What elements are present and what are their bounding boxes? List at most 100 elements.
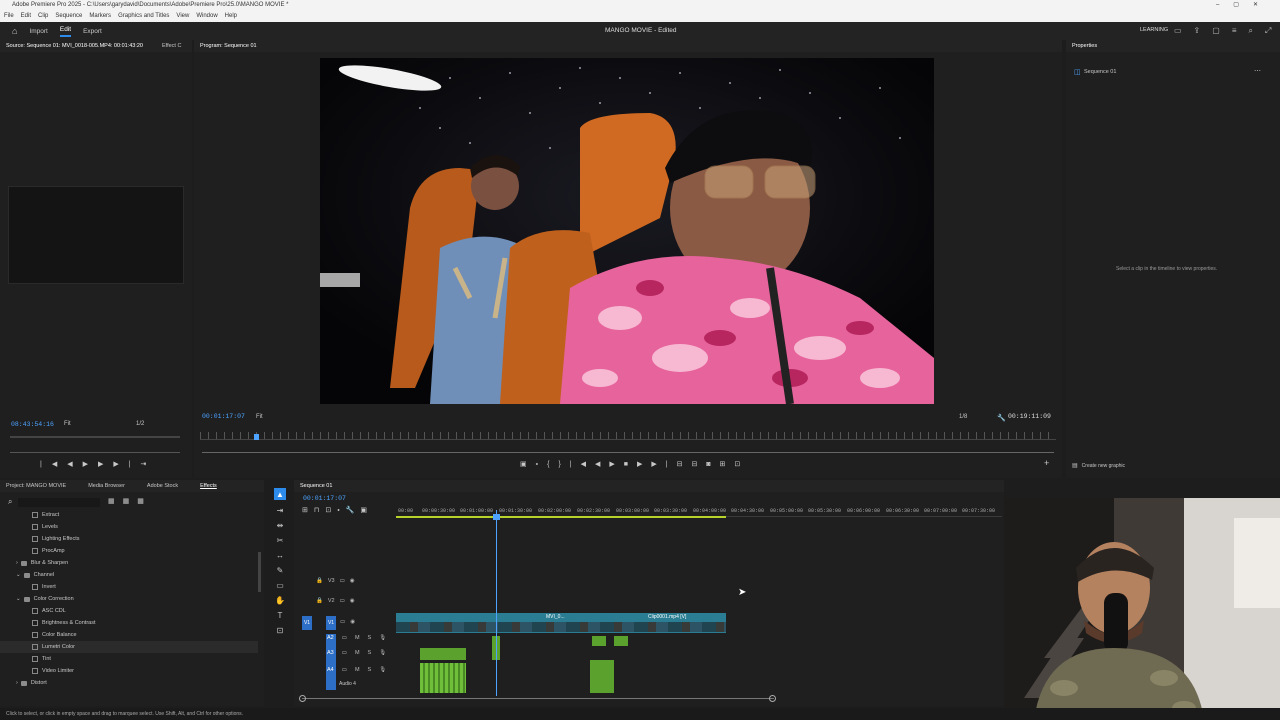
- audio-target-column[interactable]: [326, 634, 336, 690]
- audio-clip[interactable]: [592, 636, 606, 646]
- menu-window[interactable]: Window: [196, 11, 217, 22]
- effect-item[interactable]: Tint: [0, 653, 258, 665]
- search-icon[interactable]: ⌕: [8, 497, 12, 507]
- effect-folder[interactable]: ⌄ Channel: [0, 569, 258, 581]
- source-zoom-bar[interactable]: [10, 452, 180, 453]
- mute-button[interactable]: M: [355, 667, 360, 673]
- tab-project[interactable]: Project: MANGO MOVIE: [6, 480, 66, 492]
- effect-item[interactable]: Invert: [0, 581, 258, 593]
- effect-item[interactable]: Video Limiter: [0, 665, 258, 677]
- sync-icon[interactable]: ▭: [340, 619, 345, 625]
- effect-folder[interactable]: › Distort: [0, 677, 258, 689]
- effects-search-input[interactable]: [18, 498, 100, 507]
- lock-icon[interactable]: 🔒: [316, 578, 323, 584]
- wrench-icon[interactable]: 🔧: [997, 414, 1006, 422]
- mute-button[interactable]: M: [355, 635, 360, 641]
- timeline-zoom-bar[interactable]: [302, 698, 774, 699]
- track-select-tool-icon[interactable]: ⇥: [277, 506, 284, 515]
- audio-clip[interactable]: [614, 636, 628, 646]
- eye-icon[interactable]: ◉: [350, 619, 355, 625]
- header-icons[interactable]: ▭⇪▢≡⌕⤢: [1174, 26, 1280, 36]
- program-tab[interactable]: Program: Sequence 01: [200, 40, 257, 52]
- rectangle-tool-icon[interactable]: ▭: [276, 581, 284, 590]
- razor-tool-icon[interactable]: ✂: [277, 536, 284, 545]
- source-timecode[interactable]: 08:43:54:16: [11, 421, 54, 428]
- mic-icon[interactable]: 🎙: [379, 650, 386, 656]
- window-controls[interactable]: –▢✕: [1216, 0, 1272, 11]
- selection-tool-icon[interactable]: ▲: [274, 488, 286, 500]
- home-icon[interactable]: ⌂: [12, 26, 17, 36]
- zoom-handle-left[interactable]: [299, 695, 306, 702]
- source-transport-controls[interactable]: |◀◀▶▶▶|⇥: [40, 460, 156, 468]
- properties-tab[interactable]: Properties: [1072, 40, 1097, 52]
- effect-item[interactable]: Extract: [0, 509, 258, 521]
- program-timecode[interactable]: 00:01:17:07: [202, 413, 245, 420]
- effect-item[interactable]: Lighting Effects: [0, 533, 258, 545]
- hand-tool-icon[interactable]: ✋: [275, 596, 285, 605]
- work-area-bar[interactable]: [396, 516, 726, 518]
- learning-label[interactable]: LEARNING: [1140, 27, 1168, 33]
- source-scrubber[interactable]: [10, 436, 180, 438]
- menu-markers[interactable]: Markers: [89, 11, 111, 22]
- ripple-edit-tool-icon[interactable]: ⇹: [277, 521, 284, 530]
- pen-tool-icon[interactable]: ✎: [277, 566, 284, 575]
- source-tab[interactable]: Source: Sequence 01: MVI_0018-005.MP4: 0…: [6, 40, 143, 52]
- effect-item-selected[interactable]: Lumetri Color: [0, 641, 258, 653]
- v1-clip-strip[interactable]: MVI_0... Clip0001.mp4 [V]: [396, 613, 726, 633]
- menu-help[interactable]: Help: [225, 11, 237, 22]
- slip-tool-icon[interactable]: ↔: [276, 551, 284, 560]
- eye-icon[interactable]: ◉: [350, 598, 355, 604]
- mic-icon[interactable]: 🎙: [379, 635, 386, 641]
- caption-tool-icon[interactable]: ⊡: [277, 626, 284, 635]
- menu-graphics[interactable]: Graphics and Titles: [118, 11, 169, 22]
- playhead-handle[interactable]: [493, 514, 500, 520]
- sync-icon[interactable]: ▭: [340, 578, 345, 584]
- sync-icon[interactable]: ▭: [342, 650, 347, 656]
- type-tool-icon[interactable]: T: [278, 611, 283, 620]
- sync-icon[interactable]: ▭: [340, 598, 345, 604]
- effect-item[interactable]: Brightness & Contrast: [0, 617, 258, 629]
- menu-clip[interactable]: Clip: [38, 11, 48, 22]
- timeline-playhead[interactable]: [496, 510, 497, 696]
- timeline-tab[interactable]: Sequence 01: [300, 480, 332, 492]
- source-resolution-select[interactable]: 1/2: [136, 421, 144, 427]
- sync-icon[interactable]: ▭: [342, 635, 347, 641]
- menu-view[interactable]: View: [176, 11, 189, 22]
- solo-button[interactable]: S: [368, 635, 372, 641]
- effect-item[interactable]: ProcAmp: [0, 545, 258, 557]
- add-button-icon[interactable]: +: [1044, 458, 1049, 468]
- audio-clip-waveform[interactable]: [420, 663, 466, 693]
- program-resolution-select[interactable]: 1/8: [959, 414, 967, 420]
- tab-export[interactable]: Export: [83, 28, 102, 35]
- audio-clip[interactable]: [420, 648, 466, 660]
- audio-clip[interactable]: [590, 660, 614, 693]
- tab-media-browser[interactable]: Media Browser: [88, 480, 125, 492]
- program-playhead[interactable]: [254, 434, 259, 440]
- create-graphic-button[interactable]: ▤ Create new graphic: [1072, 462, 1125, 470]
- timeline-timecode[interactable]: 00:01:17:07: [303, 495, 346, 502]
- effect-item[interactable]: Color Balance: [0, 629, 258, 641]
- program-time-ruler[interactable]: [200, 432, 1056, 440]
- solo-button[interactable]: S: [368, 667, 372, 673]
- sync-icon[interactable]: ▭: [342, 667, 347, 673]
- menu-file[interactable]: File: [4, 11, 14, 22]
- tab-edit[interactable]: Edit: [59, 26, 72, 37]
- more-options-icon[interactable]: ⋯: [1254, 67, 1261, 75]
- menu-sequence[interactable]: Sequence: [55, 11, 82, 22]
- effects-filter-icons[interactable]: ▦▦▦: [108, 497, 152, 505]
- effects-scrollbar[interactable]: [258, 552, 261, 592]
- lock-icon[interactable]: 🔒: [316, 598, 323, 604]
- effect-folder[interactable]: › Blur & Sharpen: [0, 557, 258, 569]
- mute-button[interactable]: M: [355, 650, 360, 656]
- tab-adobe-stock[interactable]: Adobe Stock: [147, 480, 178, 492]
- eye-icon[interactable]: ◉: [350, 578, 355, 584]
- timeline-tool-icons[interactable]: ⊞⊓⊡⬩🔧▣: [302, 506, 373, 515]
- effect-item[interactable]: Levels: [0, 521, 258, 533]
- source-fit-select[interactable]: Fit: [64, 421, 71, 427]
- v1-source-patch[interactable]: V1: [302, 616, 312, 630]
- effect-folder[interactable]: ⌄ Color Correction: [0, 593, 258, 605]
- effect-controls-tab[interactable]: Effect C: [162, 40, 181, 52]
- zoom-handle-right[interactable]: [769, 695, 776, 702]
- tab-effects[interactable]: Effects: [200, 480, 217, 492]
- menu-edit[interactable]: Edit: [21, 11, 31, 22]
